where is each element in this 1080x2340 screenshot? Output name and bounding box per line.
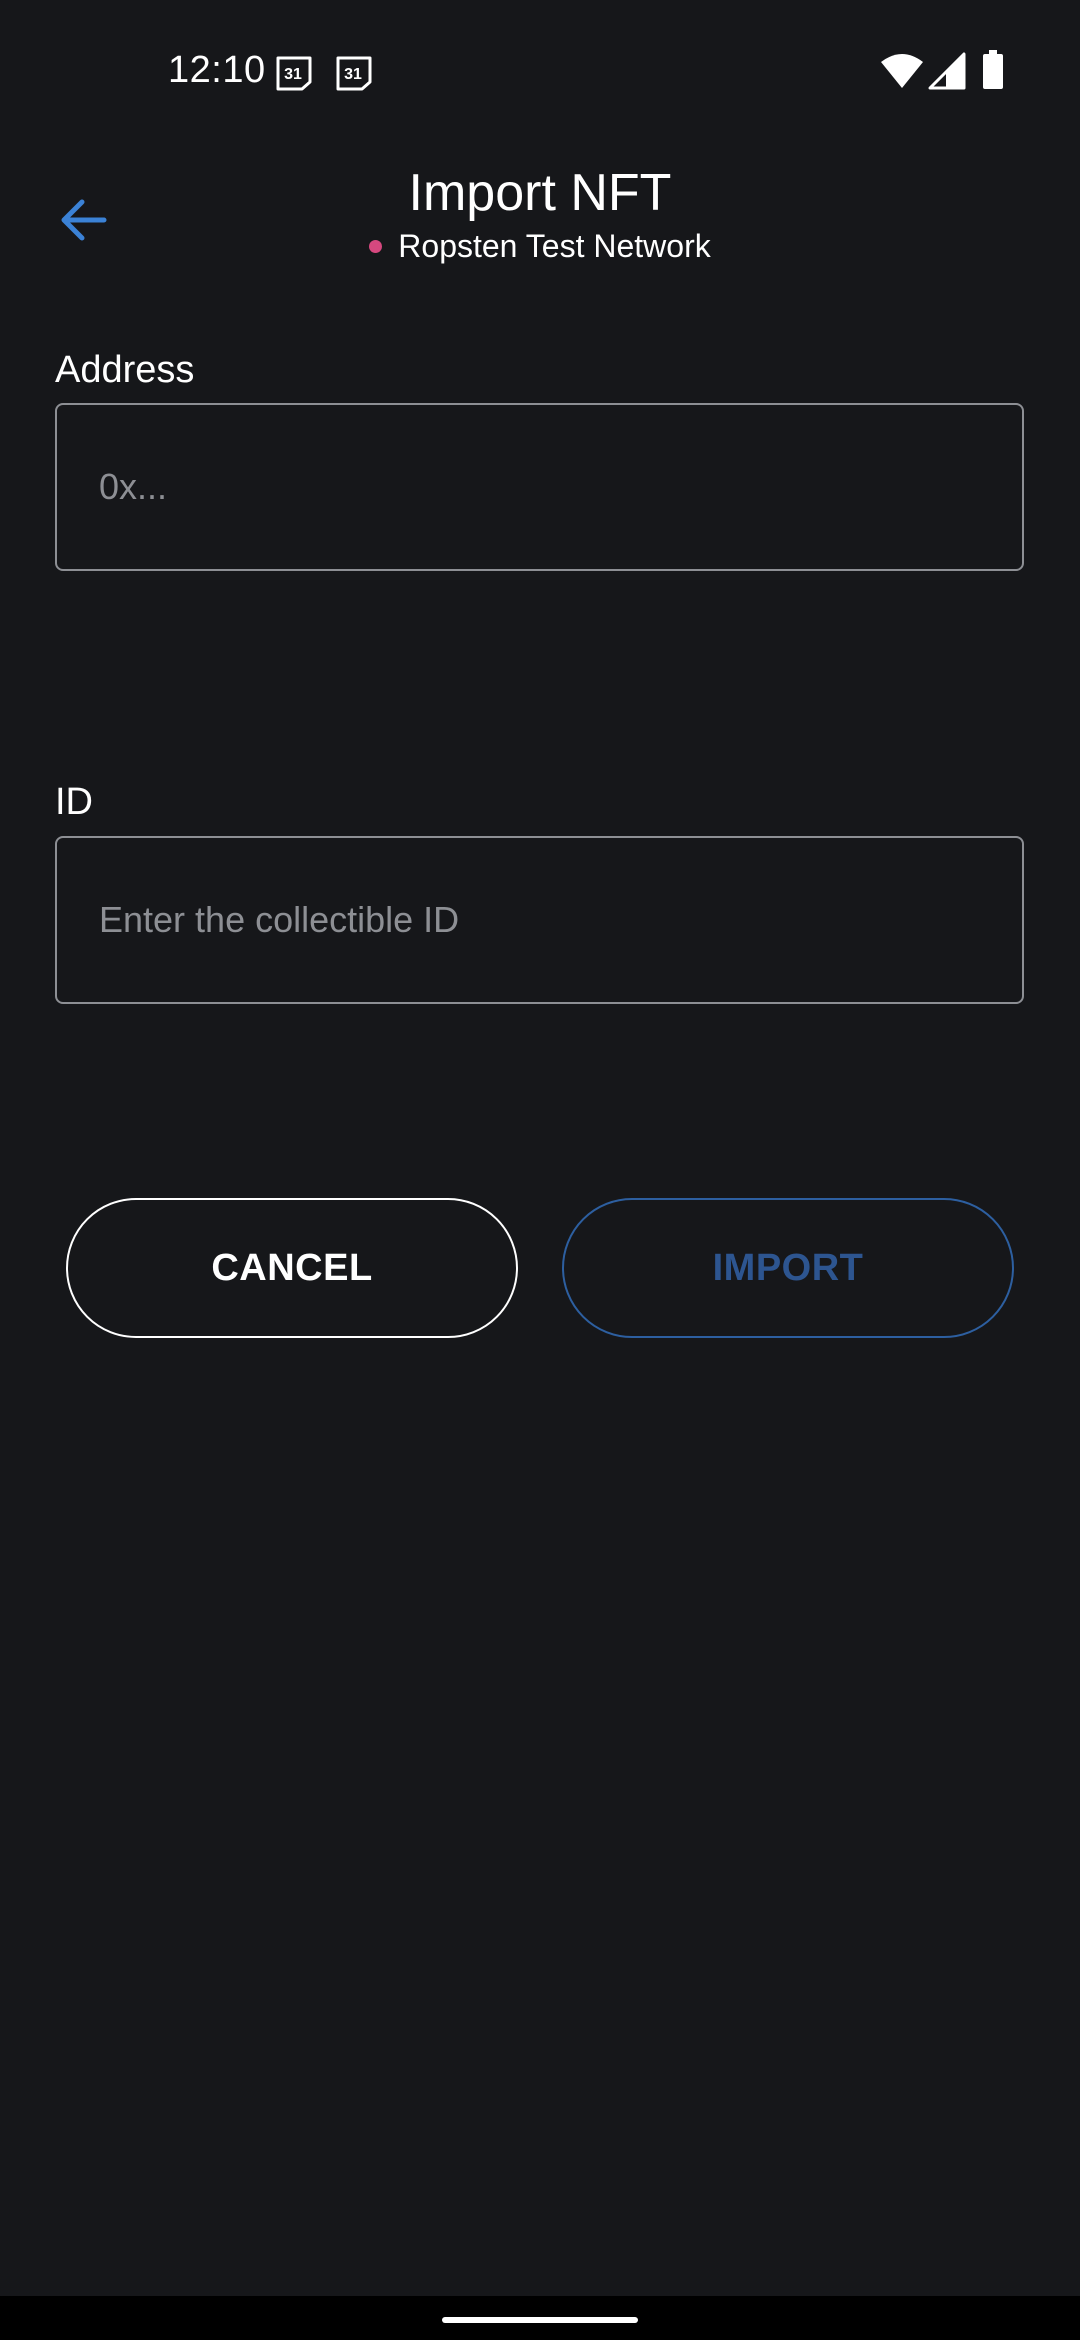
import-button-label: IMPORT bbox=[712, 1246, 864, 1289]
import-button[interactable]: IMPORT bbox=[562, 1198, 1014, 1338]
cancel-button[interactable]: CANCEL bbox=[66, 1198, 518, 1338]
calendar-day-text: 31 bbox=[284, 66, 302, 83]
status-bar: 12:10 31 31 bbox=[0, 0, 1080, 140]
id-label: ID bbox=[55, 781, 93, 823]
wifi-icon bbox=[881, 54, 923, 88]
address-input[interactable] bbox=[55, 403, 1024, 571]
status-time: 12:10 bbox=[168, 49, 266, 91]
network-status-dot bbox=[369, 239, 383, 253]
network-indicator: Ropsten Test Network bbox=[0, 224, 1080, 268]
cancel-button-label: CANCEL bbox=[211, 1246, 373, 1289]
address-label: Address bbox=[55, 349, 195, 391]
page-title: Import NFT bbox=[408, 164, 672, 222]
calendar-icon: 31 bbox=[336, 56, 372, 91]
calendar-day-text: 31 bbox=[344, 66, 362, 83]
home-indicator[interactable] bbox=[442, 2317, 638, 2323]
cellular-signal-icon bbox=[928, 52, 966, 90]
collectible-id-input[interactable] bbox=[55, 836, 1024, 1004]
battery-icon bbox=[983, 50, 1003, 89]
network-name: Ropsten Test Network bbox=[398, 228, 711, 264]
calendar-icon: 31 bbox=[276, 56, 312, 91]
